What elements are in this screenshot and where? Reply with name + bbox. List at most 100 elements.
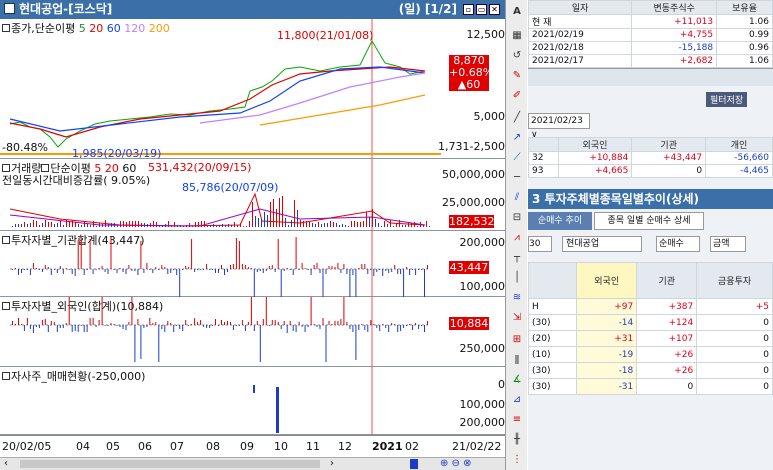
table-row[interactable]: H +97 +387 +5	[527, 298, 773, 315]
cycle-tool-icon[interactable]: ǁ	[509, 352, 525, 368]
volume-bar	[102, 224, 103, 227]
volume-pane[interactable]: 거래량 단순이평 5 20 60 전일동시간대비증감률( 9.05%) 531,4…	[0, 159, 505, 231]
table-row[interactable]: 32 +10,884 +43,447 -56,660	[528, 151, 773, 165]
zoom-slider-thumb[interactable]	[410, 459, 418, 469]
eraser-icon[interactable]: ✎	[509, 68, 525, 84]
type-select[interactable]: 순매수	[656, 236, 700, 252]
institution-pane[interactable]: 투자자별_기관합계(43,447) 200,000 100,000 43,447	[0, 231, 505, 297]
table-row[interactable]: (10) -19 +26 0	[527, 346, 773, 363]
cross-tool-icon[interactable]: ┬	[509, 250, 525, 266]
volume-bar	[132, 221, 133, 227]
minimize-button[interactable]: ▫	[463, 4, 474, 15]
indicator-bar	[325, 269, 327, 274]
tab-daily-detail[interactable]: 종목 일별 순매수 상세	[594, 212, 704, 230]
trend-tool-icon[interactable]: ⟋	[509, 150, 525, 166]
indicator-bar	[113, 324, 115, 325]
fibo-fan-icon[interactable]: ≡	[509, 412, 525, 428]
undo-tool-icon[interactable]: ↺	[509, 48, 525, 64]
table-row[interactable]: 2021/02/17 +2,682 1.06	[527, 54, 773, 68]
volume-bar	[219, 225, 220, 227]
indicator-bar	[50, 269, 52, 275]
indicator-bar	[167, 269, 169, 274]
grid-tool-icon[interactable]: ▦	[509, 28, 525, 44]
gann-tool-icon[interactable]: ≋	[509, 290, 525, 306]
volume-bar	[312, 223, 313, 227]
text-tool-icon[interactable]: A	[509, 4, 525, 20]
tab-net-buy-trend[interactable]: 순매수 추이	[528, 212, 592, 230]
table-row[interactable]: (30) -18 +26 0	[527, 362, 773, 379]
date-select[interactable]: 2021/02/23 ∨	[528, 113, 590, 140]
speed-line-icon[interactable]: ╫	[509, 432, 525, 448]
indicator-bar	[391, 269, 393, 272]
code-field[interactable]: 30	[528, 236, 552, 252]
vertical-line-icon[interactable]: │	[509, 270, 525, 286]
table-row[interactable]: (30) -31 0 0	[527, 378, 773, 395]
table-row[interactable]: (20) +31 +107 0	[527, 330, 773, 347]
indicator-bar	[206, 264, 208, 269]
arrow-tool-icon[interactable]: ⇲	[509, 310, 525, 326]
treasury-pane[interactable]: 자사주_매매현황(-250,000) 0 100,000 200,000	[0, 367, 505, 435]
volume-bar	[18, 224, 19, 227]
horizontal-scrollbar[interactable]: ‹ › ⊕ ⊖ ⊗	[0, 457, 505, 470]
filter-save-button[interactable]: 필터저장	[706, 92, 748, 107]
indicator-bar	[424, 325, 425, 332]
indicator-bar	[15, 324, 16, 325]
volume-bar	[105, 220, 106, 227]
indicator-bar	[262, 269, 264, 273]
volume-bar	[147, 224, 148, 227]
period-tool-icon[interactable]: ⊞	[509, 332, 525, 348]
volume-bar	[318, 222, 319, 227]
stock-name-field[interactable]: 현대공업	[562, 236, 642, 252]
indicator-bar	[23, 325, 25, 331]
channel-tool-icon[interactable]: ⫽	[509, 190, 525, 206]
table-row[interactable]: (30) -14 +124 0	[527, 314, 773, 331]
volume-bar	[390, 220, 391, 227]
indicator-bar	[29, 269, 31, 275]
retrace-tool-icon[interactable]: ⊿	[509, 392, 525, 408]
indicator-bar	[289, 321, 291, 325]
indicator-bar	[12, 269, 13, 270]
select-checkbox[interactable]	[4, 3, 15, 14]
ray-tool-icon[interactable]: ↗	[509, 130, 525, 146]
volume-bar	[393, 226, 394, 227]
zoom-icons[interactable]: ⊕ ⊖ ⊗	[440, 458, 472, 469]
volume-bar	[354, 221, 355, 227]
indicator-bar	[77, 240, 79, 269]
indicator-bar	[128, 322, 130, 325]
close-button[interactable]: ✕	[489, 4, 500, 15]
table-row[interactable]: 93 +4,665 0 -4,465	[528, 164, 773, 178]
volume-bar	[414, 222, 415, 227]
indicator-bar	[122, 269, 124, 272]
fibo-tool-icon[interactable]: ⩘	[509, 230, 525, 246]
eraser-all-icon[interactable]: ✐	[509, 88, 525, 104]
hline-tool-icon[interactable]: ⊟	[509, 210, 525, 226]
indicator-bar	[110, 323, 112, 325]
volume-bar	[66, 220, 67, 227]
table-row[interactable]: 2021/02/19 +4,755 0.99	[527, 28, 773, 42]
indicator-bar	[15, 268, 16, 269]
indicator-bar	[391, 323, 393, 325]
scroll-thumb[interactable]	[20, 460, 320, 468]
foreign-pane[interactable]: 투자자별_외국인(합계)(10,884) 250,000 10,884	[0, 297, 505, 367]
restore-button[interactable]: ▭	[476, 4, 487, 15]
line-tool-icon[interactable]: ╱	[509, 110, 525, 126]
price-chart	[0, 19, 441, 159]
scroll-right-icon[interactable]: ›	[330, 458, 334, 469]
volume-bar	[213, 224, 214, 227]
table-row[interactable]: 현 재 +11,013 1.06	[527, 14, 773, 29]
indicator-bar	[167, 321, 169, 325]
indicator-bar	[212, 269, 213, 270]
unit-select[interactable]: 금액	[710, 236, 746, 252]
angle-tool-icon[interactable]: ∡	[509, 372, 525, 388]
indicator-bar	[376, 325, 378, 328]
indicator-bar	[298, 322, 300, 325]
scroll-left-icon[interactable]: ‹	[4, 458, 8, 469]
volume-bar	[366, 212, 367, 227]
price-pane[interactable]: 종가,단순이평 5 20 60 120 200 11,800(21/01/08)…	[0, 19, 505, 160]
volume-bar	[420, 222, 421, 227]
indicator-bar	[355, 325, 357, 360]
horizontal-line-icon[interactable]: ─	[509, 170, 525, 186]
fibo-time-icon[interactable]: ⋮	[509, 452, 525, 468]
table-row[interactable]: 2021/02/18 -15,188 0.96	[527, 41, 773, 55]
volume-bar	[39, 225, 40, 227]
